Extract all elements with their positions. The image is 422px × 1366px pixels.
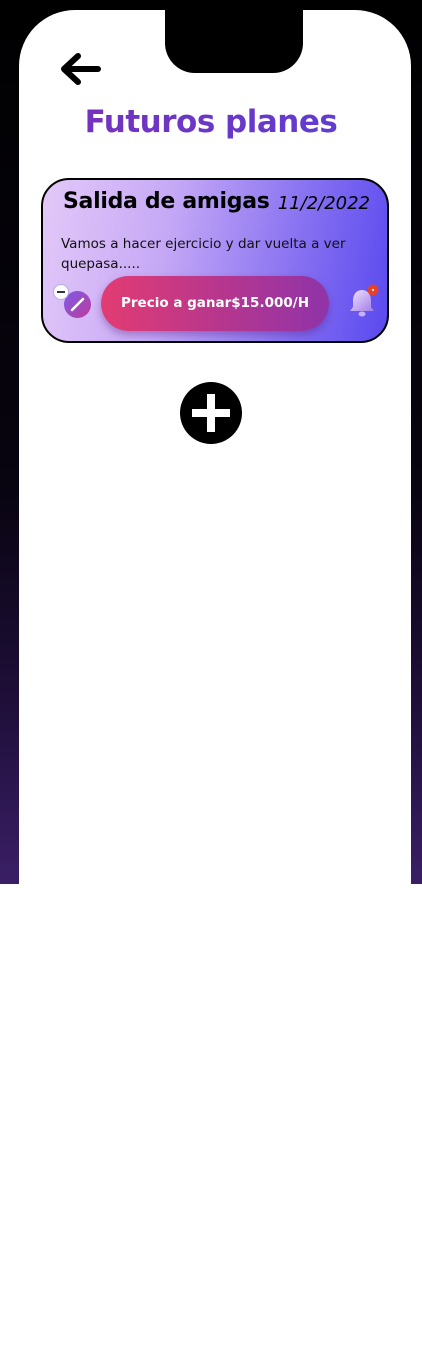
device-notch — [165, 10, 303, 73]
back-button[interactable] — [58, 50, 102, 88]
add-plan-button[interactable] — [180, 382, 242, 444]
plan-card[interactable]: Salida de amigas 11/2/2022 Vamos a hacer… — [41, 178, 389, 343]
phone-screen — [19, 10, 411, 884]
plan-description: Vamos a hacer ejercicio y dar vuelta a v… — [61, 236, 346, 272]
remove-button[interactable] — [53, 284, 69, 300]
plan-title: Salida de amigas — [63, 189, 270, 214]
plus-circle-icon — [180, 382, 242, 444]
notification-button[interactable] — [346, 284, 382, 320]
plan-date: 11/2/2022 — [277, 193, 370, 214]
arrow-left-icon — [61, 53, 101, 85]
price-button[interactable]: Precio a ganar$15.000/H — [101, 276, 329, 331]
price-label: Precio a ganar$15.000/H — [121, 295, 309, 311]
page-title: Futuros planes — [0, 104, 422, 140]
bell-icon — [350, 284, 379, 317]
